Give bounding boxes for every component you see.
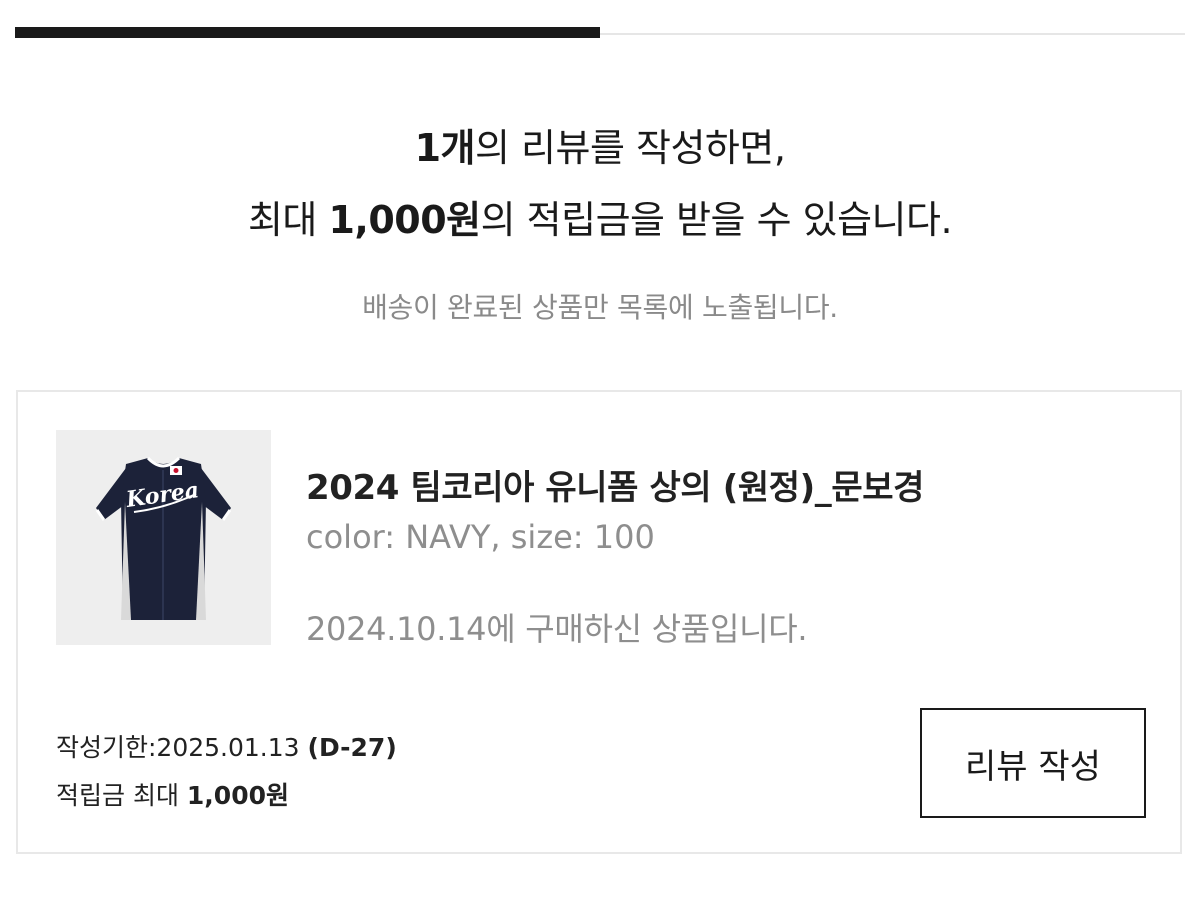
review-deadline: 작성기한:2025.01.13 (D-27)	[56, 733, 397, 762]
jersey-image: Korea	[56, 430, 271, 645]
review-tab-indicator	[15, 27, 1185, 39]
tab-indicator-active	[15, 27, 600, 38]
review-item-card: Korea 2024 팀코리아 유니폼 상의 (원정)_문보경 color: N…	[16, 390, 1182, 854]
write-review-button[interactable]: 리뷰 작성	[920, 708, 1146, 818]
delivery-notice: 배송이 완료된 상품만 목록에 노출됩니다.	[362, 291, 838, 324]
d-day-badge: (D-27)	[307, 733, 397, 762]
review-reward-headline: 1개의 리뷰를 작성하면, 최대 1,000원의 적립금을 받을 수 있습니다.	[0, 112, 1200, 256]
product-thumbnail[interactable]: Korea	[56, 430, 271, 645]
headline-line-2: 최대 1,000원의 적립금을 받을 수 있습니다.	[247, 198, 953, 242]
product-option: color: NAVY, size: 100	[306, 518, 655, 556]
reward-amount-info: 적립금 최대 1,000원	[56, 781, 289, 810]
headline-line-1: 1개의 리뷰를 작성하면,	[414, 126, 786, 170]
product-name[interactable]: 2024 팀코리아 유니폼 상의 (원정)_문보경	[306, 460, 924, 509]
purchase-date-info: 2024.10.14에 구매하신 상품입니다.	[306, 610, 808, 648]
